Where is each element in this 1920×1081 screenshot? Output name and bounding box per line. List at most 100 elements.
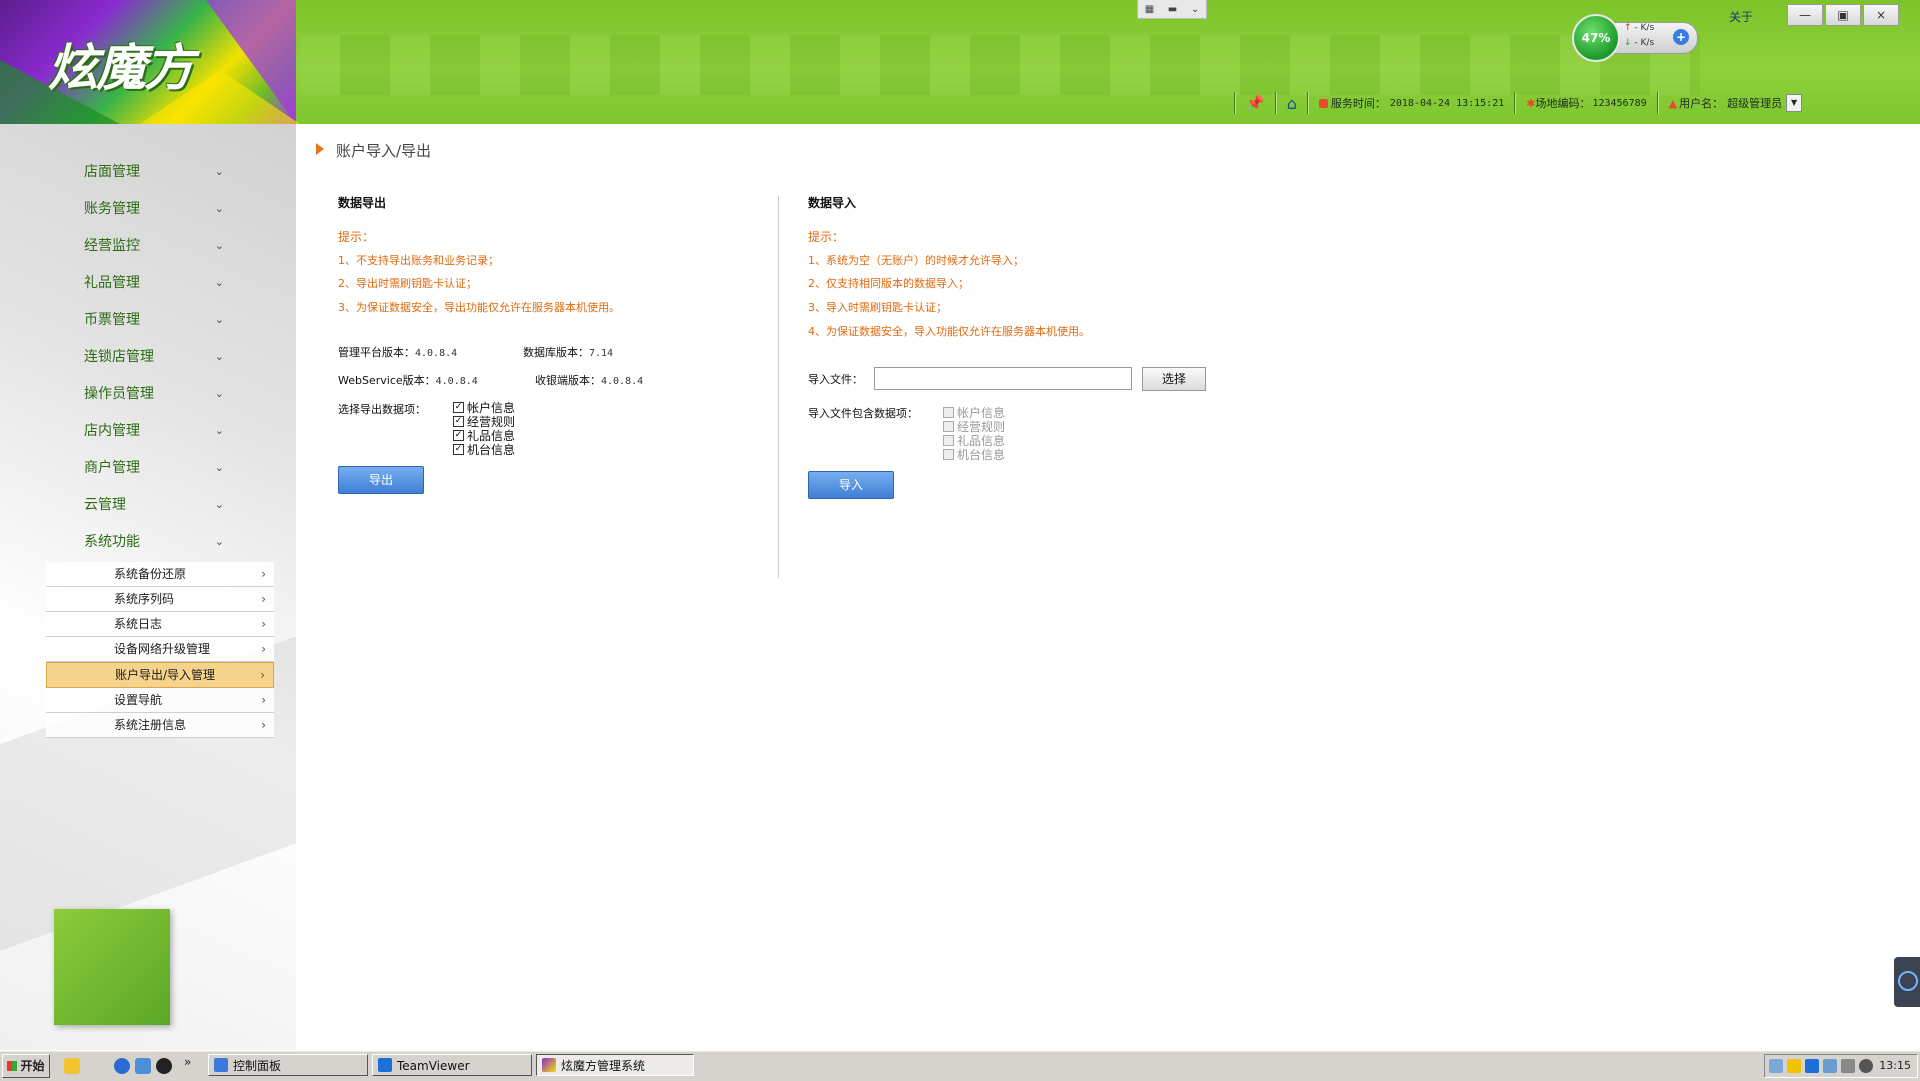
export-button[interactable]: 导出 [338, 466, 424, 494]
clock: 13:15 [1879, 1059, 1911, 1072]
chevron-right-icon: › [261, 592, 266, 606]
checkbox-disabled-icon [943, 421, 954, 432]
checkbox-checked-icon[interactable]: ✓ [453, 430, 464, 441]
system-submenu: 系统备份还原 › 系统序列码 › 系统日志 › 设备网络升级管理 › 账户导出/导入管理… [46, 562, 274, 738]
sidebar-item-cloud[interactable]: 云管理 ⌄ [84, 493, 224, 517]
chevron-down-icon: ⌄ [214, 313, 224, 326]
chevron-down-icon: ⌄ [214, 387, 224, 400]
network-speed-widget[interactable]: 47% ↑ - K/s ↓ - K/s + [1572, 14, 1698, 62]
chevron-right-icon: › [261, 642, 266, 656]
ie-icon[interactable] [114, 1058, 130, 1074]
user-dropdown-icon[interactable]: ▼ [1786, 94, 1803, 112]
sidebar-item-instore[interactable]: 店内管理 ⌄ [84, 419, 224, 443]
import-contains-label: 导入文件包含数据项： [808, 407, 918, 420]
sidebar-item-accounting[interactable]: 账务管理 ⌄ [84, 197, 224, 221]
clock-icon [1318, 98, 1328, 108]
chevron-down-icon: ⌄ [214, 202, 224, 215]
subitem-network-upgrade[interactable]: 设备网络升级管理 › [46, 637, 274, 662]
ws-version: WebService版本：4.0.8.4 [338, 374, 478, 387]
chevron-down-icon[interactable]: ⌄ [1191, 4, 1199, 15]
export-select-label: 选择导出数据项： [338, 403, 426, 416]
volume-icon[interactable] [1841, 1059, 1855, 1073]
task-app[interactable]: 炫魔方管理系统 [536, 1054, 694, 1076]
floating-toolbar[interactable]: ▦ ▬ ⌄ [1137, 0, 1207, 19]
close-button[interactable]: × [1863, 4, 1899, 26]
site-code-value: 123456789 [1592, 97, 1647, 109]
chevron-down-icon: ⌄ [214, 350, 224, 363]
network-icon[interactable] [1769, 1059, 1783, 1073]
import-tip-4: 4、为保证数据安全，导入功能仅允许在服务器本机使用。 [808, 325, 1090, 338]
people-icon[interactable] [64, 1058, 80, 1074]
about-link[interactable]: 关于 [1729, 8, 1753, 25]
export-tip-1: 1、不支持导出账务和业务记录； [338, 254, 499, 267]
help-icon[interactable] [1859, 1059, 1873, 1073]
windows-flag-icon [7, 1061, 18, 1071]
minimize-button[interactable]: — [1787, 4, 1823, 26]
qq-icon[interactable] [156, 1058, 172, 1074]
app-icon [542, 1058, 556, 1072]
checkbox-checked-icon[interactable]: ✓ [453, 416, 464, 427]
chevron-down-icon: ⌄ [214, 276, 224, 289]
import-file-input[interactable] [874, 367, 1132, 390]
import-tip-head: 提示： [808, 230, 845, 244]
sidebar-item-operators[interactable]: 操作员管理 ⌄ [84, 382, 224, 406]
subitem-backup-restore[interactable]: 系统备份还原 › [46, 562, 274, 587]
pin-icon[interactable]: 📌 [1246, 94, 1265, 112]
cashier-version: 收银端版本：4.0.8.4 [535, 374, 644, 387]
control-panel-icon [214, 1058, 228, 1072]
monitor-icon[interactable] [1823, 1059, 1837, 1073]
start-button[interactable]: 开始 [2, 1054, 50, 1078]
teamviewer-side-tab[interactable] [1894, 957, 1920, 1007]
export-option-machines[interactable]: ✓ 机台信息 [453, 443, 515, 457]
plus-icon[interactable]: + [1673, 29, 1689, 45]
checkbox-checked-icon[interactable]: ✓ [453, 444, 464, 455]
sidebar-item-system[interactable]: 系统功能 ⌄ [84, 530, 224, 554]
import-option-machines: 机台信息 [943, 448, 1005, 462]
sidebar-item-tokens[interactable]: 币票管理 ⌄ [84, 308, 224, 332]
triangle-right-icon [316, 143, 324, 155]
user-icon: ▲ [1668, 96, 1678, 110]
grid-icon[interactable]: ▦ [1145, 4, 1154, 15]
explorer-icon[interactable] [135, 1058, 151, 1074]
checkbox-checked-icon[interactable]: ✓ [453, 402, 464, 413]
chevron-down-icon: ⌄ [214, 165, 224, 178]
chevron-down-icon: ⌄ [214, 424, 224, 437]
import-button[interactable]: 导入 [808, 471, 894, 499]
sidebar-item-gifts[interactable]: 礼品管理 ⌄ [84, 271, 224, 295]
import-tip-1: 1、系统为空（无账户）的时候才允许导入； [808, 254, 1024, 267]
subitem-serial[interactable]: 系统序列码 › [46, 587, 274, 612]
upload-speed: - K/s [1634, 23, 1655, 33]
import-tip-2: 2、仅支持相同版本的数据导入； [808, 277, 969, 290]
chevron-right-icon: › [261, 693, 266, 707]
chevron-double-right-icon[interactable]: » [184, 1055, 200, 1071]
home-icon[interactable]: ⌂ [1287, 94, 1297, 113]
choose-file-button[interactable]: 选择 [1142, 367, 1206, 391]
teamviewer-tray-icon[interactable] [1805, 1059, 1819, 1073]
star-icon: ✱ [1526, 96, 1536, 110]
subitem-navigation[interactable]: 设置导航 › [46, 688, 274, 713]
platform-version: 管理平台版本：4.0.8.4 [338, 346, 458, 359]
restore-button[interactable]: ▣ [1825, 4, 1861, 26]
window-controls: — ▣ × [1787, 4, 1899, 26]
shield-icon[interactable] [1787, 1059, 1801, 1073]
task-teamviewer[interactable]: TeamViewer [372, 1054, 532, 1076]
subitem-logs[interactable]: 系统日志 › [46, 612, 274, 637]
sidebar-item-monitoring[interactable]: 经营监控 ⌄ [84, 234, 224, 258]
sidebar-item-chain[interactable]: 连锁店管理 ⌄ [84, 345, 224, 369]
subitem-account-import-export[interactable]: 账户导出/导入管理 › [46, 662, 274, 688]
checkbox-disabled-icon [943, 449, 954, 460]
task-control-panel[interactable]: 控制面板 [208, 1054, 368, 1076]
server-time-label: 服务时间： [1330, 97, 1386, 110]
chevron-right-icon: › [261, 718, 266, 732]
sidebar-item-store[interactable]: 店面管理 ⌄ [84, 160, 224, 184]
export-title: 数据导出 [338, 196, 387, 210]
chevron-right-icon: › [261, 567, 266, 581]
export-tip-3: 3、为保证数据安全，导出功能仅允许在服务器本机使用。 [338, 301, 620, 314]
server-time-value: 2018-04-24 13:15:21 [1389, 97, 1505, 109]
main-content: 账户导入/导出 数据导出 提示： 1、不支持导出账务和业务记录； 2、导出时需刷… [296, 124, 1920, 1050]
sidebar-item-merchants[interactable]: 商户管理 ⌄ [84, 456, 224, 480]
minimize-icon[interactable]: ▬ [1168, 4, 1177, 15]
subitem-registration[interactable]: 系统注册信息 › [46, 713, 274, 738]
teamviewer-icon [378, 1058, 392, 1072]
download-speed: - K/s [1634, 38, 1655, 48]
